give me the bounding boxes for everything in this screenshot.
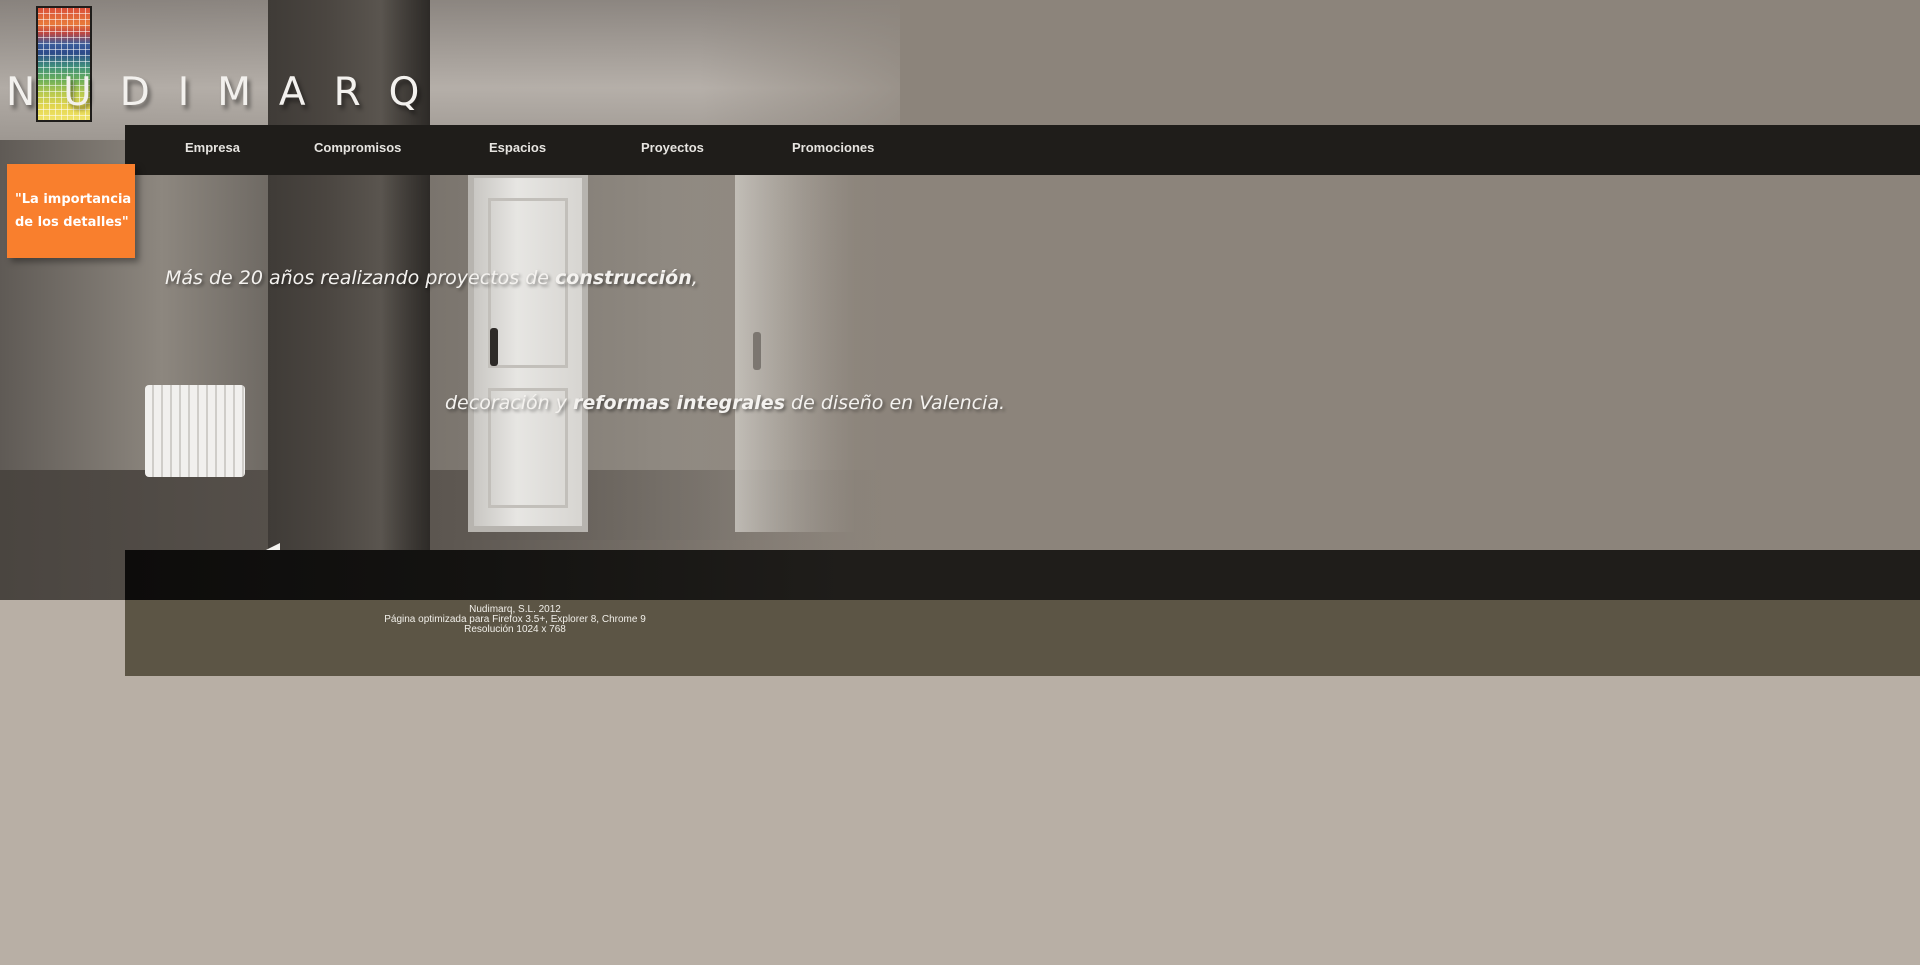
tagline-emphasis: construcción: [555, 267, 692, 289]
hero-tagline-line-1: Más de 20 años realizando proyectos de c…: [165, 267, 698, 289]
site-logo[interactable]: NUDIMARQ: [6, 4, 536, 122]
logo-text: NUDIMARQ: [6, 70, 448, 115]
footer-resolution-note: Resolución 1024 x 768: [464, 624, 566, 635]
nav-item-promociones[interactable]: Promociones: [792, 125, 874, 175]
radiator-image: [145, 385, 245, 477]
tagline-text: Más de 20 años realizando proyectos de: [165, 267, 555, 289]
bottom-bar: [125, 550, 1920, 600]
nav-item-compromisos[interactable]: Compromisos: [314, 125, 401, 175]
slogan-box: "La importancia de los detalles": [7, 164, 135, 258]
nav-item-empresa[interactable]: Empresa: [185, 125, 240, 175]
door-handle: [490, 328, 498, 366]
hero-tagline-line-2: decoración y reformas integrales de dise…: [445, 392, 1005, 414]
tagline-text: ,: [691, 267, 698, 289]
slogan-line-1: "La importancia: [15, 192, 132, 207]
nav-item-espacios[interactable]: Espacios: [489, 125, 546, 175]
tagline-emphasis: reformas integrales: [573, 392, 785, 414]
footer: Nudimarq, S.L. 2012 Página optimizada pa…: [125, 600, 1920, 676]
slogan-line-2: de los detalles": [15, 215, 129, 230]
footer-text: Nudimarq, S.L. 2012 Página optimizada pa…: [365, 605, 665, 635]
hero-fade: [700, 0, 1000, 600]
tagline-text: decoración y: [445, 392, 573, 414]
nav-item-proyectos[interactable]: Proyectos: [641, 125, 704, 175]
tagline-text: de diseño en Valencia.: [785, 392, 1006, 414]
door-image: [468, 172, 588, 532]
main-nav: Empresa Compromisos Espacios Proyectos P…: [125, 125, 1920, 175]
